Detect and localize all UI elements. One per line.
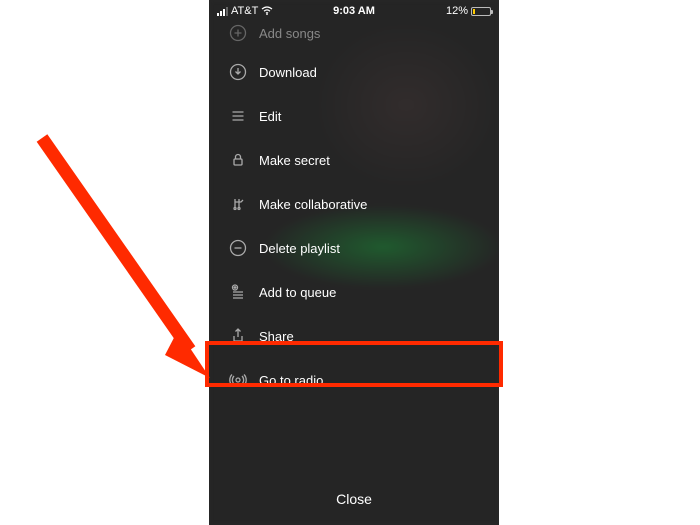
context-menu: Add songs Download Edit Make secret Make [209,20,499,402]
menu-label: Edit [259,109,281,124]
menu-label: Go to radio [259,373,323,388]
phone-screen: AT&T 9:03 AM 12% Add songs Download [209,0,499,525]
menu-item-make-secret[interactable]: Make secret [209,138,499,182]
menu-item-download[interactable]: Download [209,50,499,94]
collaborative-icon [229,195,247,213]
lock-icon [229,151,247,169]
menu-label: Add to queue [259,285,336,300]
menu-item-add-to-queue[interactable]: Add to queue [209,270,499,314]
battery-icon [471,7,491,16]
minus-circle-icon [229,239,247,257]
share-icon [229,327,247,345]
close-button[interactable]: Close [209,491,499,507]
menu-item-make-collaborative[interactable]: Make collaborative [209,182,499,226]
clock: 9:03 AM [209,5,499,17]
menu-label: Download [259,65,317,80]
edit-list-icon [229,107,247,125]
queue-icon [229,283,247,301]
menu-label: Make secret [259,153,330,168]
download-icon [229,63,247,81]
menu-item-go-to-radio[interactable]: Go to radio [209,358,499,402]
menu-item-share[interactable]: Share [209,314,499,358]
plus-circle-icon [229,24,247,42]
menu-label: Delete playlist [259,241,340,256]
radio-icon [229,371,247,389]
menu-item-delete-playlist[interactable]: Delete playlist [209,226,499,270]
annotation-arrow [30,130,230,390]
status-bar: AT&T 9:03 AM 12% [209,0,499,20]
menu-label: Make collaborative [259,197,367,212]
menu-item-add-songs[interactable]: Add songs [209,24,499,50]
close-label: Close [336,491,372,507]
menu-label: Add songs [259,26,320,41]
menu-item-edit[interactable]: Edit [209,94,499,138]
menu-label: Share [259,329,294,344]
